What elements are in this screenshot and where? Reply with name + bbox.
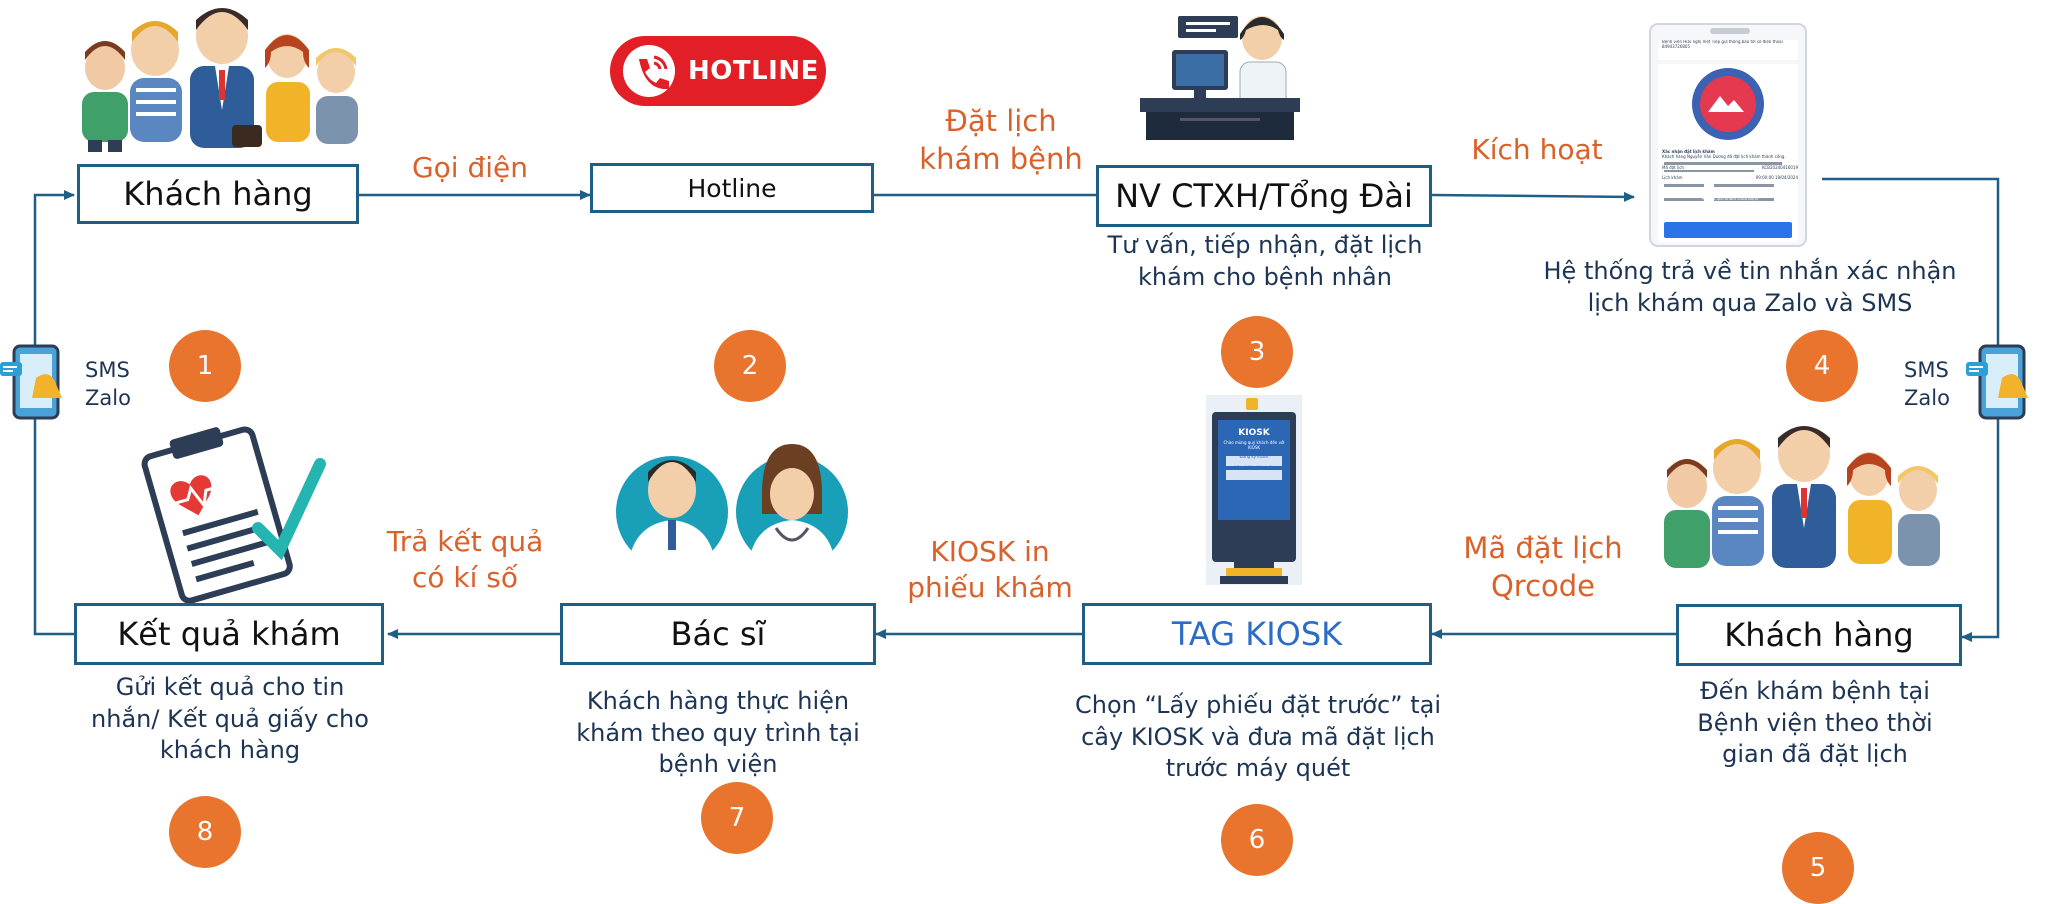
arrow-nv-phone [1431,191,1635,202]
result-box-label: Kết quả khám [117,615,341,653]
label-kiosk-print-line2: phiếu khám [907,571,1073,605]
label-activate-text: Kích hoạt [1471,133,1603,166]
step-2: 2 [714,330,786,402]
step-7: 7 [701,782,773,854]
kiosk-screen-btn1: Đăng ký khám [1239,454,1269,460]
medical-clipboard-icon [141,426,326,604]
desc-arrive-line1: Đến khám bệnh tại [1700,677,1930,705]
desc-doctor: Khách hàng thực hiện khám theo quy trình… [562,686,874,781]
left-zalo-label: Zalo [85,386,131,411]
label-return-result-line2: có kí số [411,561,519,595]
desc-kiosk: Chọn “Lấy phiếu đặt trước” tại cây KIOSK… [1066,690,1450,785]
left-phone-notification-icon [0,344,62,420]
desc-staff-line2: khám cho bệnh nhân [1138,262,1392,291]
tag-kiosk-box-label: TAG KIOSK [1171,615,1343,653]
phone-message-time-value: 09:00:00 18/04/2024 [1755,175,1798,181]
desc-kiosk-line3: trước máy quét [1165,754,1351,783]
kiosk-screen-title: KIOSK [1238,428,1270,438]
desc-doctor-line1: Khách hàng thực hiện [586,687,850,715]
desc-kiosk-line1: Chọn “Lấy phiếu đặt trước” tại [1074,691,1441,719]
tag-kiosk-box: TAG KIOSK [1082,603,1432,665]
phone-icon [610,36,688,106]
left-sms-label: SMS [85,358,130,382]
label-kiosk-print-line1: KIOSK in [930,535,1050,568]
label-booking-code-line2: Qrcode [1490,568,1596,603]
desc-doctor-line2: khám theo quy trình tại [576,718,860,747]
step-1: 1 [169,330,241,402]
left-channel-labels: SMS Zalo [85,356,131,413]
kiosk-screen-btn2: Lấy phiếu đặt trước [1234,465,1274,471]
phone-message-code-row: Mã đặt lịch KCB20240416019 [1662,164,1798,171]
customer-box-bottom-label: Khách hàng [1724,616,1914,654]
kiosk-screen: KIOSK Chào mừng quý khách đến với KIOSK … [1218,422,1290,518]
desc-result-line2: nhắn/ Kết quả giấy cho [91,704,369,733]
step-4: 4 [1786,330,1858,402]
label-booking: Đặt lịch khám bệnh [906,103,1096,178]
step-6: 6 [1221,804,1293,876]
customer-box-top-label: Khách hàng [123,175,313,213]
label-booking-code: Mã đặt lịch Qrcode [1448,530,1638,605]
hotline-logo-text: HOTLINE [688,56,819,86]
kiosk-screen-subtitle: Chào mừng quý khách đến với KIOSK [1223,439,1285,450]
desc-result: Gửi kết quả cho tin nhắn/ Kết quả giấy c… [78,672,382,767]
desc-system-line2: lịch khám qua Zalo và SMS [1587,288,1913,317]
label-activate: Kích hoạt [1452,132,1622,168]
phone-message-button: Mã đặt lịch khám chữa bệnh [1701,196,1759,202]
step-8: 8 [169,796,241,868]
customers-group-bottom-icon [1664,426,1940,568]
desc-arrive-line2: Bệnh viện theo thời [1697,708,1933,737]
result-box: Kết quả khám [74,603,384,665]
right-zalo-label: Zalo [1904,386,1950,411]
desc-result-line1: Gửi kết quả cho tin [115,673,345,701]
desc-system-line1: Hệ thống trả về tin nhắn xác nhận [1543,257,1957,285]
phone-message-time-row: Lịch khám 09:00:00 18/04/2024 [1662,175,1798,182]
phone-message-time-label: Lịch khám [1662,175,1683,181]
phone-message-text: Bệnh viện Hữu nghị Việt Tiệp gửi thông b… [1662,40,1798,240]
desc-result-line3: khách hàng [159,736,301,765]
label-kiosk-print: KIOSK in phiếu khám [892,534,1088,607]
desc-arrive: Đến khám bệnh tại Bệnh viện theo thời gi… [1680,676,1950,771]
label-return-result: Trả kết quả có kí số [372,524,558,597]
desc-kiosk-line2: cây KIOSK và đưa mã đặt lịch [1081,722,1435,751]
phone-message-code-label: Mã đặt lịch [1662,164,1684,170]
staff-box-label: NV CTXH/Tổng Đài [1115,177,1413,215]
customer-box-top: Khách hàng [77,164,359,224]
step-5: 5 [1782,832,1854,904]
hotline-logo: HOTLINE [610,36,826,106]
desc-arrive-line3: gian đã đặt lịch [1722,740,1908,769]
step-3: 3 [1221,316,1293,388]
doctor-box-label: Bác sĩ [670,615,766,653]
phone-message-header: Bệnh viện Hữu nghị Việt Tiệp gửi thông b… [1662,40,1798,58]
hotline-box: Hotline [590,163,874,213]
label-return-result-line1: Trả kết quả [386,525,544,558]
desc-doctor-line3: bệnh viện [658,750,778,779]
label-call-text: Gọi điện [411,151,529,184]
doctors-icon [616,444,848,568]
label-booking-code-line1: Mã đặt lịch [1463,531,1623,565]
phone-message-code-value: KCB20240416019 [1762,164,1798,170]
doctor-box: Bác sĩ [560,603,876,665]
customer-box-bottom: Khách hàng [1676,604,1962,666]
desc-staff: Tư vấn, tiếp nhận, đặt lịch khám cho bện… [1080,230,1450,293]
customers-group-top-icon [82,8,358,152]
phone-message-body: Khách hàng Nguyễn Văn Dương đã đặt lịch … [1662,154,1798,160]
label-call: Gọi điện [392,150,548,186]
desc-system: Hệ thống trả về tin nhắn xác nhận lịch k… [1520,256,1980,319]
right-sms-label: SMS [1904,358,1949,382]
receptionist-icon [1140,16,1300,140]
flow-diagram: HOTLINE Khách hàng Hotline NV CTXH/Tổng … [0,0,2047,904]
desc-staff-line1: Tư vấn, tiếp nhận, đặt lịch [1107,231,1423,259]
label-booking-line2: khám bệnh [919,141,1083,176]
staff-box: NV CTXH/Tổng Đài [1096,165,1432,227]
right-channel-labels: SMS Zalo [1904,356,1950,413]
hotline-box-label: Hotline [687,173,777,203]
label-booking-line1: Đặt lịch [945,104,1057,138]
right-phone-notification-icon [1966,344,2028,420]
